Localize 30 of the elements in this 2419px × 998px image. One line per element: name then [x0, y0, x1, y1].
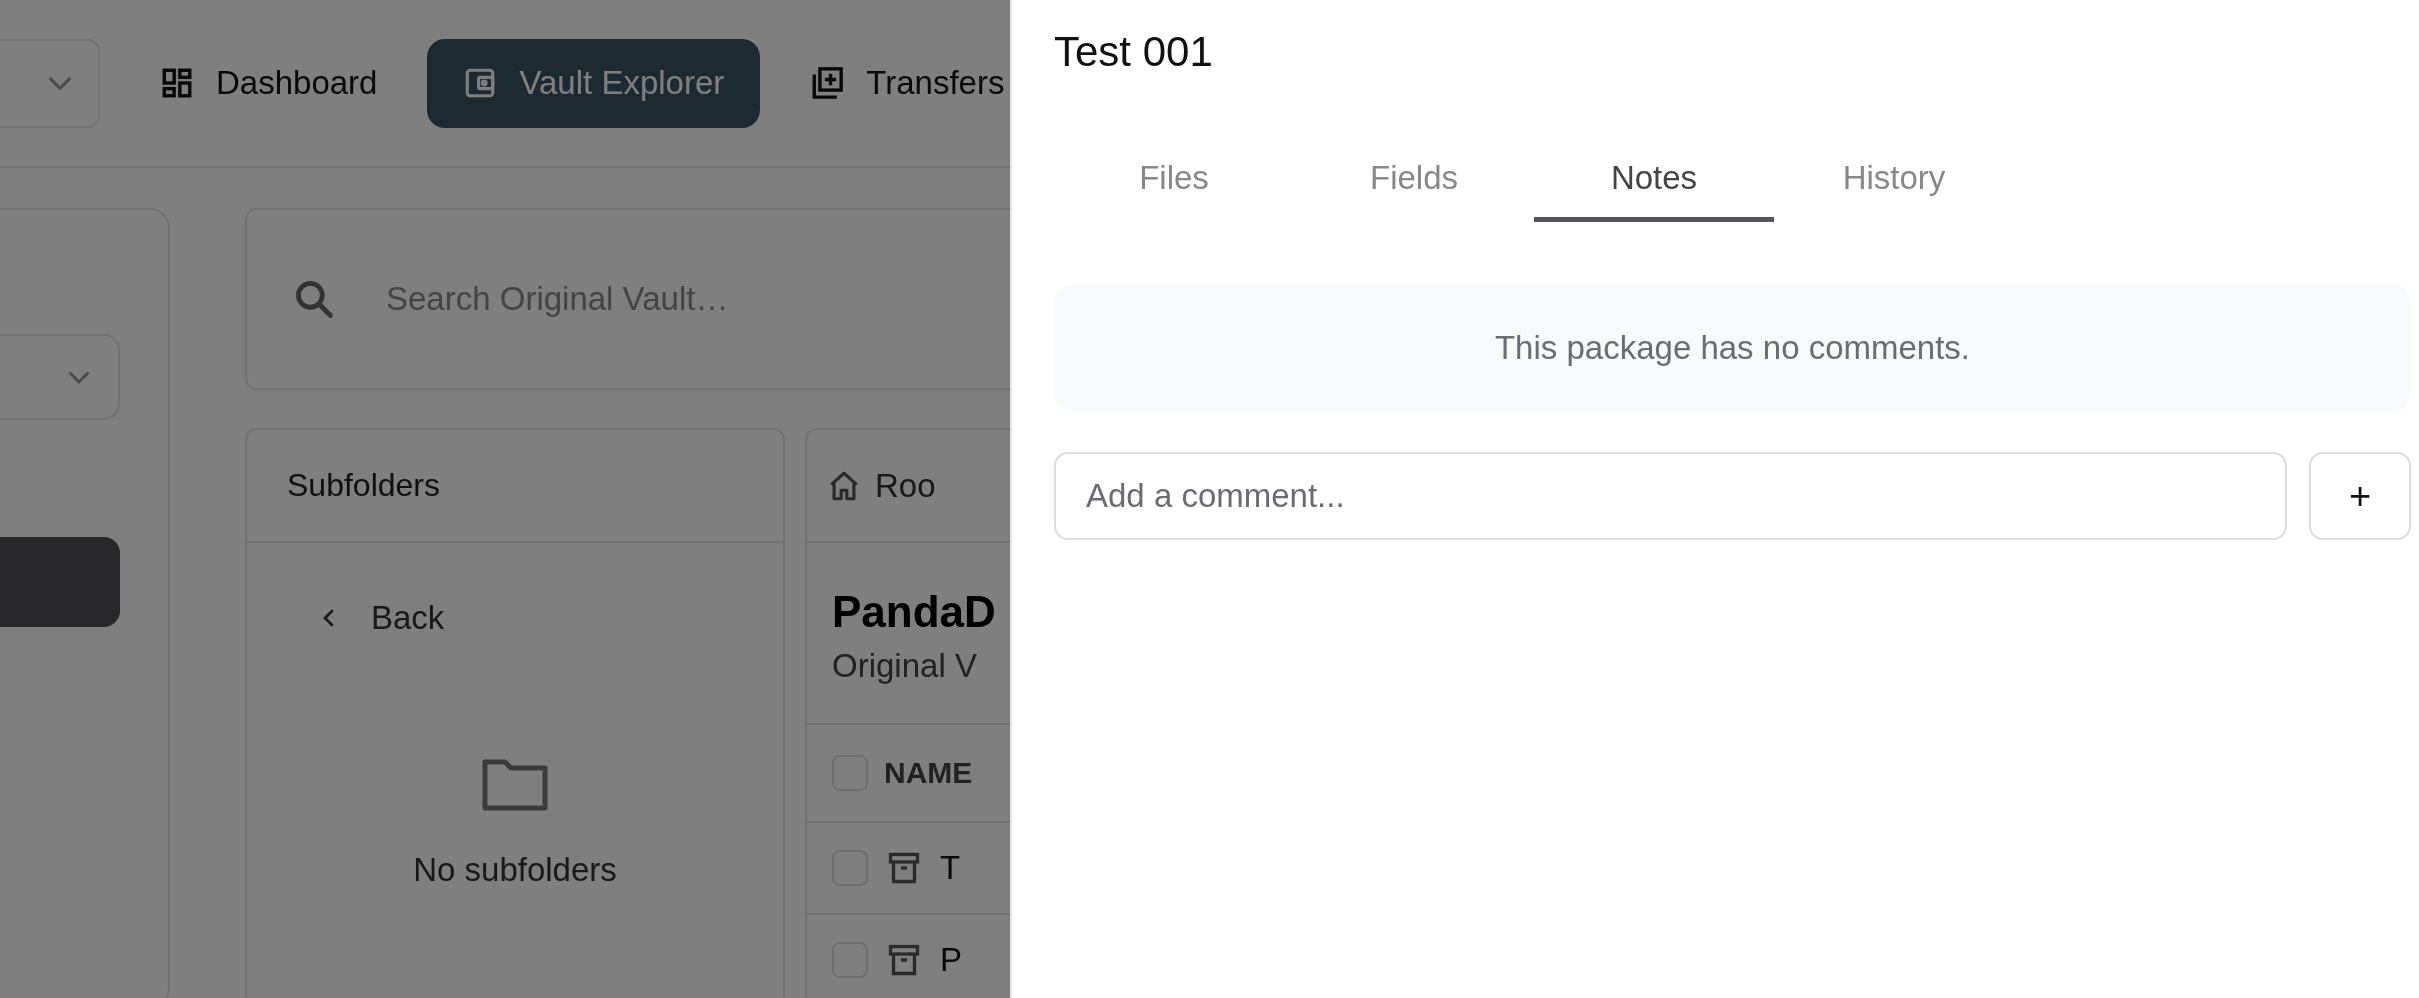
dashboard-icon [160, 66, 194, 100]
folder-title: PandaD [832, 587, 997, 637]
tab[interactable]: Files [1054, 138, 1294, 222]
comment-field[interactable]: Add a comment... [1054, 452, 2287, 540]
empty-message: This package has no comments. [1494, 329, 1971, 367]
dark-button[interactable] [0, 537, 120, 627]
tab[interactable]: Fields [1294, 138, 1534, 222]
archive-icon [886, 942, 922, 978]
breadcrumb-link[interactable]: Roo [827, 466, 936, 505]
nav-item[interactable]: Transfers [780, 38, 1010, 128]
dropdown[interactable] [0, 38, 100, 128]
archive-icon [886, 850, 922, 886]
drawer-title: Test 001 [1054, 28, 1214, 76]
tab[interactable]: Notes [1534, 138, 1774, 222]
column-header: NAME [884, 756, 973, 790]
dropdown[interactable] [0, 334, 120, 420]
back-link[interactable]: Back [317, 599, 445, 637]
add-stack-icon [810, 66, 845, 100]
folder-icon [482, 757, 548, 811]
empty-message: No subfolders [413, 851, 617, 889]
nav-item[interactable]: Vault Explorer [427, 38, 761, 128]
tab[interactable]: History [1774, 138, 2014, 222]
panel-title: Subfolders [287, 467, 440, 504]
nav-item[interactable]: Dashboard [130, 38, 408, 128]
dim-overlay[interactable] [0, 0, 1010, 998]
table-cell: T [940, 849, 961, 887]
search-field[interactable]: Search Original Vault… [384, 279, 1010, 319]
table-cell: P [940, 941, 962, 979]
folder-subtitle: Original V [832, 647, 978, 685]
add-button[interactable]: + [2309, 452, 2411, 540]
